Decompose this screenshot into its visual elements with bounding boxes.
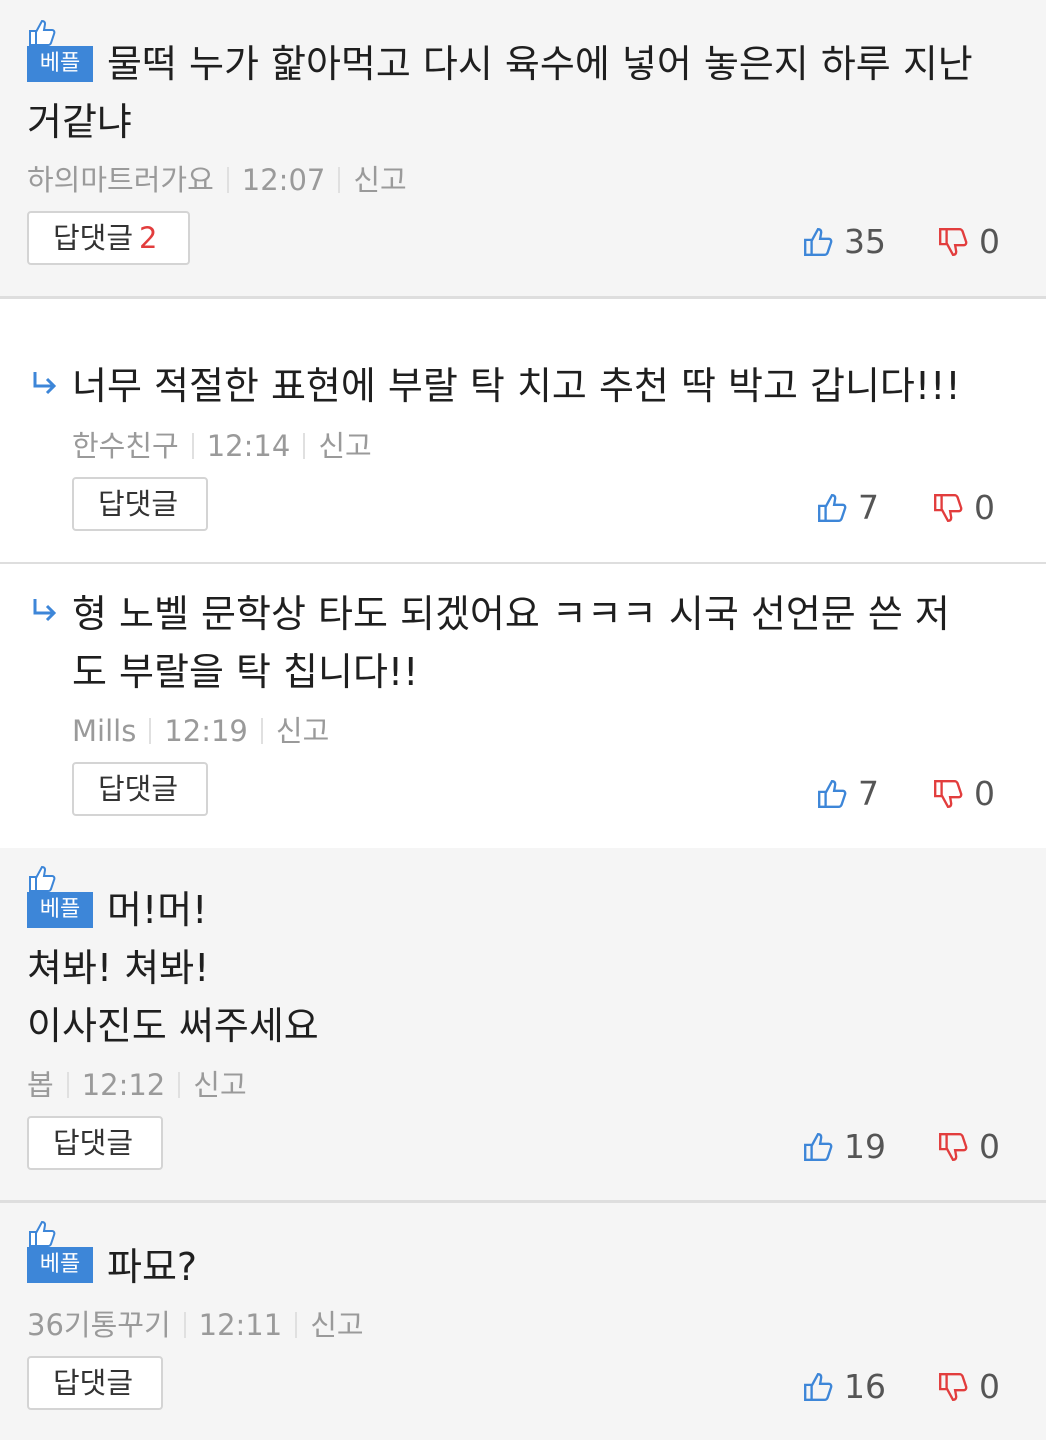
comment-text-line: 파묘? — [107, 1245, 198, 1289]
reply-button-label: 답댓글 — [53, 1126, 134, 1160]
best-badge: 베플 — [27, 1247, 93, 1283]
reply-button[interactable]: 답댓글 — [27, 1116, 163, 1170]
comment-text-line: 이사진도 써주세요 — [27, 1004, 319, 1048]
timestamp: 12:11 — [198, 1308, 283, 1342]
comment-text-line: 도 부랄을 탁 칩니다!! — [72, 650, 419, 694]
report-link[interactable]: 신고 — [353, 162, 406, 198]
comment-meta: 한수친구 12:14 신고 — [72, 428, 372, 464]
divider — [149, 718, 152, 744]
comment-text-line: 머!머! — [107, 888, 208, 932]
reply-button-label: 답댓글 — [53, 1366, 134, 1400]
like-button[interactable]: 35 — [802, 222, 886, 261]
dislike-button[interactable]: 0 — [937, 1367, 1000, 1406]
author-name[interactable]: 봅 — [27, 1067, 54, 1103]
like-button[interactable]: 7 — [816, 774, 879, 813]
reply-comment-item: 너무 적절한 표현에 부랄 탁 치고 추천 딱 박고 갑니다!!! 한수친구 1… — [0, 299, 1046, 562]
divider — [226, 167, 229, 193]
like-count: 35 — [844, 222, 886, 261]
comment-item: 베플 물떡 누가 핥아먹고 다시 육수에 넣어 놓은지 하루 지난 거같냐 하의… — [0, 0, 1046, 296]
timestamp: 12:12 — [81, 1068, 166, 1102]
like-button[interactable]: 7 — [816, 488, 879, 527]
report-link[interactable]: 신고 — [310, 1307, 363, 1343]
thumbs-up-icon — [818, 779, 847, 808]
like-count: 7 — [858, 774, 879, 813]
thumbs-down-icon — [934, 779, 963, 808]
thumbs-up-icon — [804, 1132, 833, 1161]
reply-button-label: 답댓글 — [98, 487, 179, 521]
reply-button[interactable]: 답댓글 — [72, 477, 208, 531]
comment-text-line: 거같냐 — [27, 100, 132, 144]
comment-text-line: 쳐봐! 쳐봐! — [27, 946, 210, 990]
divider — [183, 1312, 186, 1338]
report-link[interactable]: 신고 — [318, 428, 371, 464]
best-badge: 베플 — [27, 892, 93, 928]
comment-text-line: 물떡 누가 핥아먹고 다시 육수에 넣어 놓은지 하루 지난 — [107, 42, 973, 86]
thumbs-up-icon — [29, 865, 56, 892]
like-count: 7 — [858, 488, 879, 527]
dislike-count: 0 — [974, 774, 995, 813]
best-badge-group: 베플 — [27, 1219, 93, 1285]
thumbs-up-icon — [804, 227, 833, 256]
divider — [303, 433, 306, 459]
dislike-count: 0 — [979, 222, 1000, 261]
divider — [191, 433, 194, 459]
thumbs-up-icon — [818, 493, 847, 522]
best-badge-group: 베플 — [27, 864, 93, 930]
comment-text-line: 형 노벨 문학상 타도 되겠어요 ㅋㅋㅋ 시국 선언문 쓴 저 — [72, 592, 950, 636]
thumbs-down-icon — [939, 1372, 968, 1401]
reply-button-label: 답댓글 — [53, 221, 134, 255]
dislike-count: 0 — [974, 488, 995, 527]
reply-button[interactable]: 답댓글 — [27, 1356, 163, 1410]
reply-count: 2 — [139, 221, 158, 255]
best-badge-group: 베플 — [27, 18, 93, 84]
comment-meta: 36기통꾸기 12:11 신고 — [27, 1307, 364, 1343]
divider — [295, 1312, 298, 1338]
reply-arrow-icon — [33, 599, 57, 622]
divider — [260, 718, 263, 744]
divider — [178, 1072, 181, 1098]
like-count: 16 — [844, 1367, 886, 1406]
author-name[interactable]: 36기통꾸기 — [27, 1307, 171, 1343]
thumbs-down-icon — [939, 1132, 968, 1161]
comment-item: 베플 파묘? 36기통꾸기 12:11 신고 답댓글 16 0 — [0, 1203, 1046, 1440]
reply-button[interactable]: 답댓글 — [72, 762, 208, 816]
dislike-button[interactable]: 0 — [932, 488, 995, 527]
reply-arrow-icon — [33, 372, 57, 395]
author-name[interactable]: Mills — [72, 713, 136, 749]
comment-meta: Mills 12:19 신고 — [72, 713, 329, 749]
thumbs-up-icon — [29, 1220, 56, 1247]
like-count: 19 — [844, 1127, 886, 1166]
comment-text-line: 너무 적절한 표현에 부랄 탁 치고 추천 딱 박고 갑니다!!! — [72, 364, 961, 408]
like-button[interactable]: 16 — [802, 1367, 886, 1406]
like-button[interactable]: 19 — [802, 1127, 886, 1166]
dislike-count: 0 — [979, 1127, 1000, 1166]
reply-button-label: 답댓글 — [98, 772, 179, 806]
thumbs-up-icon — [29, 19, 56, 46]
reply-comment-item: 형 노벨 문학상 타도 되겠어요 ㅋㅋㅋ 시국 선언문 쓴 저 도 부랄을 탁 … — [0, 564, 1046, 848]
dislike-button[interactable]: 0 — [932, 774, 995, 813]
report-link[interactable]: 신고 — [276, 713, 329, 749]
timestamp: 12:07 — [241, 163, 326, 197]
comment-meta: 봅 12:12 신고 — [27, 1067, 247, 1103]
thumbs-down-icon — [939, 227, 968, 256]
dislike-count: 0 — [979, 1367, 1000, 1406]
thumbs-down-icon — [934, 493, 963, 522]
thumbs-up-icon — [804, 1372, 833, 1401]
author-name[interactable]: 한수친구 — [72, 428, 179, 464]
comment-item: 베플 머!머! 쳐봐! 쳐봐! 이사진도 써주세요 봅 12:12 신고 답댓글… — [0, 848, 1046, 1200]
divider — [66, 1072, 69, 1098]
dislike-button[interactable]: 0 — [937, 222, 1000, 261]
divider — [338, 167, 341, 193]
dislike-button[interactable]: 0 — [937, 1127, 1000, 1166]
timestamp: 12:14 — [206, 429, 291, 463]
comment-meta: 하의마트러가요 12:07 신고 — [27, 162, 407, 198]
report-link[interactable]: 신고 — [193, 1067, 246, 1103]
reply-button[interactable]: 답댓글 2 — [27, 211, 190, 265]
best-badge: 베플 — [27, 46, 93, 82]
author-name[interactable]: 하의마트러가요 — [27, 162, 214, 198]
timestamp: 12:19 — [164, 714, 248, 748]
